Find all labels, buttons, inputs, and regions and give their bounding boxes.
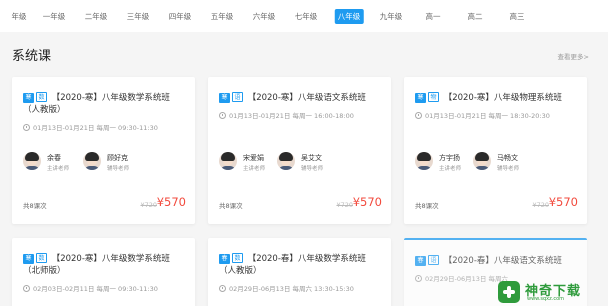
clock-icon bbox=[219, 112, 226, 119]
season-tag: 寒 bbox=[23, 93, 34, 103]
avatar bbox=[277, 152, 295, 170]
course-time-text: 01月13日-01月21日 每周一 16:00-18:00 bbox=[229, 112, 354, 120]
teacher-name: 方宇扬 bbox=[439, 154, 460, 162]
avatar bbox=[219, 152, 237, 170]
subject-tag: 语 bbox=[428, 255, 439, 265]
download-site-icon bbox=[498, 281, 520, 303]
original-price: ¥720 bbox=[336, 201, 353, 209]
grade-tab-9[interactable]: 九年级 bbox=[377, 9, 406, 24]
current-price: ¥570 bbox=[548, 195, 578, 209]
course-title: 【2020-春】八年级语文系统班 bbox=[443, 256, 562, 266]
season-tag: 寒 bbox=[23, 254, 34, 264]
teacher-name: 吴艾文 bbox=[301, 154, 322, 162]
course-title-row: 春语 【2020-春】八年级语文系统班 bbox=[415, 255, 577, 267]
teacher-role: 主讲老师 bbox=[47, 166, 70, 172]
current-price: ¥570 bbox=[352, 195, 382, 209]
course-time: 02月29日-06月13日 每周六 bbox=[415, 273, 508, 283]
course-title-row: 寒语 【2020-寒】八年级语文系统班 bbox=[219, 92, 381, 104]
course-card[interactable]: 寒物 【2020-寒】八年级物理系统班 01月13日-01月21日 每周一 18… bbox=[404, 77, 587, 224]
grade-tab-1[interactable]: 一年级 bbox=[40, 9, 69, 24]
assistant-teacher: 顾好克 辅导老师 bbox=[83, 152, 153, 176]
course-time-text: 01月13日-01月21日 每周一 18:30-20:30 bbox=[425, 112, 550, 120]
course-title: 【2020-寒】八年级物理系统班 bbox=[443, 93, 562, 103]
course-time-text: 02月29日-06月13日 每周六 bbox=[425, 275, 508, 283]
subject-tag: 数 bbox=[36, 92, 47, 102]
clock-icon bbox=[415, 112, 422, 119]
teacher-role: 主讲老师 bbox=[439, 166, 462, 172]
system-course-section: 系统课 查看更多> 寒数 【2020-寒】八年级数学系统班（人教版） 01月13… bbox=[0, 32, 608, 306]
subject-tag: 语 bbox=[232, 92, 243, 102]
clock-icon bbox=[23, 285, 30, 292]
section-title: 系统课 bbox=[12, 49, 52, 64]
grade-tab-8-active[interactable]: 八年级 bbox=[334, 9, 364, 24]
avatar bbox=[83, 152, 101, 170]
teacher-role: 辅导老师 bbox=[497, 166, 520, 172]
grade-tab-6[interactable]: 六年级 bbox=[250, 9, 279, 24]
grade-tab-senior-3[interactable]: 高三 bbox=[507, 9, 528, 24]
season-tag: 春 bbox=[415, 256, 426, 266]
teacher-name: 余春 bbox=[47, 154, 61, 162]
grade-tab-3[interactable]: 三年级 bbox=[124, 9, 153, 24]
grade-tab-senior-1[interactable]: 高一 bbox=[423, 9, 444, 24]
course-card[interactable]: 寒语 【2020-寒】八年级语文系统班 01月13日-01月21日 每周一 16… bbox=[208, 77, 391, 224]
avatar bbox=[23, 152, 41, 170]
course-time-text: 01月13日-01月21日 每周一 09:30-11:30 bbox=[33, 124, 158, 132]
course-title-row: 寒数 【2020-寒】八年级数学系统班（人教版） bbox=[23, 92, 185, 116]
grade-tab-2[interactable]: 二年级 bbox=[82, 9, 111, 24]
course-time: 01月13日-01月21日 每周一 18:30-20:30 bbox=[415, 110, 550, 120]
course-time-text: 02月03日-02月11日 每周一 09:30-11:30 bbox=[33, 285, 158, 293]
current-price: ¥570 bbox=[156, 195, 186, 209]
subject-tag: 物 bbox=[428, 92, 439, 102]
course-time: 02月03日-02月11日 每周一 09:30-11:30 bbox=[23, 283, 158, 293]
grade-tab-4[interactable]: 四年级 bbox=[166, 9, 195, 24]
course-card[interactable]: 春数 【2020-春】八年级数学系统班（人教版） 02月29日-06月13日 每… bbox=[208, 238, 391, 306]
original-price: ¥720 bbox=[140, 201, 157, 209]
course-time: 01月13日-01月21日 每周一 16:00-18:00 bbox=[219, 110, 354, 120]
assistant-teacher: 吴艾文 辅导老师 bbox=[277, 152, 347, 176]
teacher-role: 主讲老师 bbox=[243, 166, 266, 172]
avatar bbox=[415, 152, 433, 170]
watermark-logo: 神奇下载 www.sqxz.com bbox=[498, 278, 604, 306]
season-tag: 寒 bbox=[219, 93, 230, 103]
course-card[interactable]: 寒数 【2020-寒】八年级数学系统班（人教版） 01月13日-01月21日 每… bbox=[12, 77, 195, 224]
subject-tag: 数 bbox=[232, 253, 243, 263]
teacher-role: 辅导老师 bbox=[301, 166, 324, 172]
lesson-count: 共8课次 bbox=[415, 202, 439, 210]
course-title-row: 寒数 【2020-寒】八年级数学系统班（北师版） bbox=[23, 253, 185, 277]
course-title-row: 春数 【2020-春】八年级数学系统班（人教版） bbox=[219, 253, 381, 277]
grade-filter-bar: 年级 一年级 二年级 三年级 四年级 五年级 六年级 七年级 八年级 九年级 高… bbox=[0, 0, 608, 32]
assistant-teacher: 马畅文 辅导老师 bbox=[473, 152, 543, 176]
grade-tab-7[interactable]: 七年级 bbox=[292, 9, 321, 24]
subject-tag: 数 bbox=[36, 253, 47, 263]
teacher-name: 宋爱娟 bbox=[243, 154, 264, 162]
original-price: ¥720 bbox=[532, 201, 549, 209]
course-time: 02月29日-06月13日 每周六 13:30-15:30 bbox=[219, 283, 354, 293]
teacher-name: 马畅文 bbox=[497, 154, 518, 162]
course-title: 【2020-寒】八年级语文系统班 bbox=[247, 93, 366, 103]
clock-icon bbox=[415, 275, 422, 282]
view-more-link[interactable]: 查看更多> bbox=[558, 51, 589, 61]
season-tag: 寒 bbox=[415, 93, 426, 103]
season-tag: 春 bbox=[219, 254, 230, 264]
grade-filter-label: 年级 bbox=[11, 12, 27, 21]
lesson-count: 共8课次 bbox=[23, 202, 47, 210]
clock-icon bbox=[23, 124, 30, 131]
avatar bbox=[473, 152, 491, 170]
course-title-row: 寒物 【2020-寒】八年级物理系统班 bbox=[415, 92, 577, 104]
grade-tab-5[interactable]: 五年级 bbox=[208, 9, 237, 24]
grade-tab-senior-2[interactable]: 高二 bbox=[465, 9, 486, 24]
teacher-role: 辅导老师 bbox=[107, 166, 130, 172]
course-time-text: 02月29日-06月13日 每周六 13:30-15:30 bbox=[229, 285, 354, 293]
course-time: 01月13日-01月21日 每周一 09:30-11:30 bbox=[23, 122, 158, 132]
course-card[interactable]: 寒数 【2020-寒】八年级数学系统班（北师版） 02月03日-02月11日 每… bbox=[12, 238, 195, 306]
teacher-name: 顾好克 bbox=[107, 154, 128, 162]
lesson-count: 共8课次 bbox=[219, 202, 243, 210]
clock-icon bbox=[219, 285, 226, 292]
watermark-url: www.sqxz.com bbox=[527, 296, 565, 302]
